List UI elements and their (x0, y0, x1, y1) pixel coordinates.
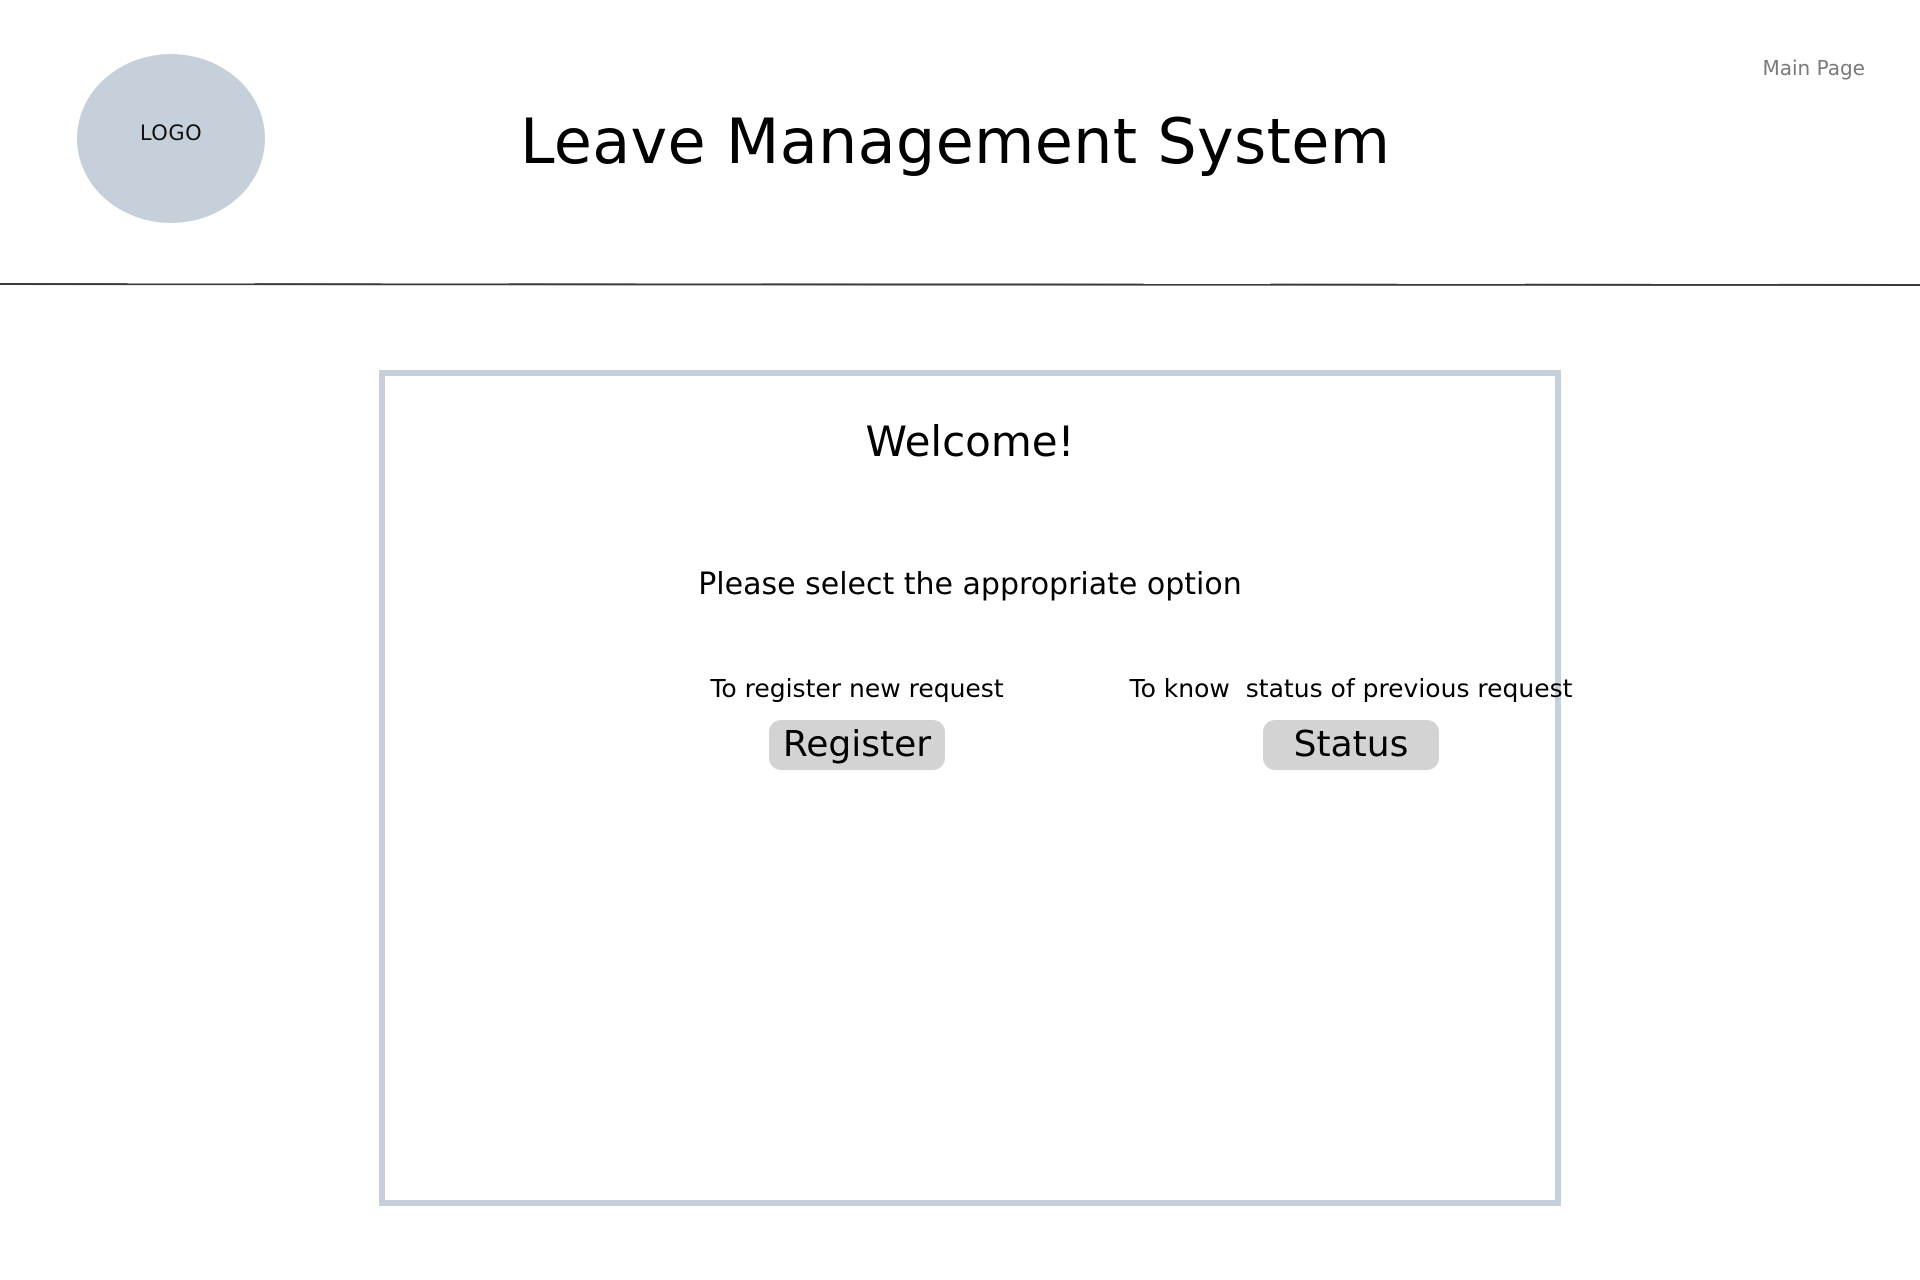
welcome-panel: Welcome! Please select the appropriate o… (379, 370, 1572, 1206)
header-divider (0, 283, 1920, 287)
register-option: To register new request Register (617, 672, 1097, 770)
logo-text: LOGO (139, 121, 203, 145)
page: LOGO Leave Management System Main Page W… (0, 0, 1920, 1280)
status-option: To know status of previous request Statu… (1111, 672, 1591, 770)
main-page-link[interactable]: Main Page (1762, 56, 1865, 80)
register-caption: To register new request (710, 674, 1004, 703)
app-title: Leave Management System (520, 105, 1391, 178)
welcome-heading: Welcome! (865, 417, 1075, 466)
status-caption: To know status of previous request (1129, 674, 1573, 703)
logo[interactable]: LOGO (77, 54, 265, 223)
instruction-text: Please select the appropriate option (698, 567, 1242, 602)
status-button[interactable]: Status (1263, 720, 1439, 770)
register-button[interactable]: Register (769, 720, 945, 770)
